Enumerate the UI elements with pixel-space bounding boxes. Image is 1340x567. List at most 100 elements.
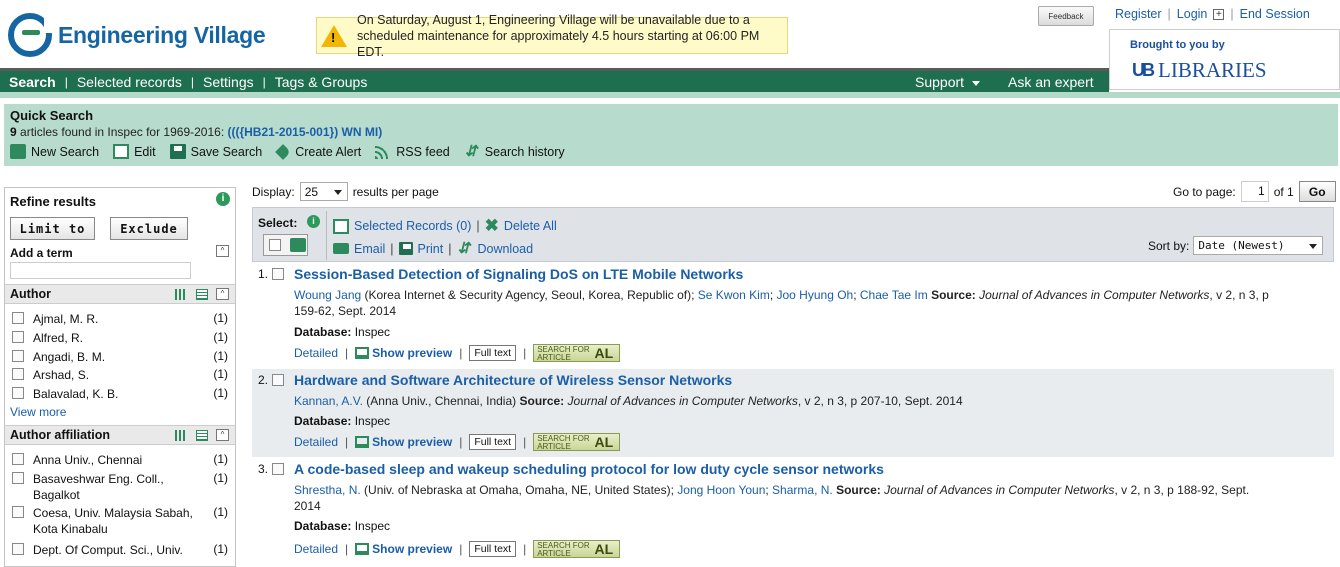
select-checkbox[interactable] [269, 239, 281, 251]
selected-records-tool[interactable]: Selected Records (0) | ✖ Delete All [333, 216, 557, 236]
facet-checkbox[interactable] [12, 453, 24, 465]
new-search-tool[interactable]: New Search [10, 144, 99, 159]
page-input[interactable]: 1 [1240, 181, 1269, 202]
email-link[interactable]: Email [354, 242, 385, 256]
journal-name: Journal of Advances in Computer Networks [884, 483, 1115, 497]
save-search-tool[interactable]: Save Search [169, 144, 262, 159]
facet-checkbox[interactable] [12, 331, 24, 343]
nav-tags-groups[interactable]: Tags & Groups [275, 74, 368, 90]
author-name: Ajmal, M. R. [33, 312, 99, 326]
author-link[interactable]: Jong Hoon Youn [677, 483, 765, 497]
add-term-input[interactable] [10, 262, 191, 279]
record-checkbox[interactable] [272, 374, 284, 386]
separator: | [345, 346, 349, 360]
database-label: Database: [294, 519, 352, 533]
author-affiliation: (Korea Internet & Security Agency, Seoul… [361, 288, 698, 302]
detailed-link[interactable]: Detailed [294, 542, 338, 556]
view-more-link[interactable]: View more [10, 405, 230, 419]
limit-to-button[interactable]: Limit to [10, 217, 95, 240]
author-link[interactable]: Shrestha, N. [294, 483, 361, 497]
author-section-header: Author ^ [5, 284, 235, 304]
facet-checkbox[interactable] [12, 543, 24, 555]
affiliation-facet-item[interactable]: Basaveshwar Eng. Coll., Bagalkot (1) [10, 471, 230, 503]
go-button[interactable]: Go [1298, 181, 1336, 202]
login-link[interactable]: Login [1177, 7, 1208, 21]
facet-checkbox[interactable] [12, 506, 24, 518]
nav-selected-records[interactable]: Selected records [77, 74, 182, 90]
detailed-link[interactable]: Detailed [294, 435, 338, 449]
create-alert-tool[interactable]: Create Alert [275, 143, 361, 160]
record-links: Detailed | Show preview | Full text | SE… [294, 433, 621, 451]
show-preview-link[interactable]: Show preview [355, 542, 452, 556]
sort-select[interactable]: Date (Newest) [1193, 236, 1324, 255]
select-dropdown-icon[interactable] [290, 238, 306, 252]
facet-checkbox[interactable] [12, 368, 24, 380]
nav-support[interactable]: Support [915, 74, 981, 90]
search-query[interactable]: ((({HB21-2015-001}) WN MI) [227, 125, 382, 139]
facet-checkbox[interactable] [12, 472, 24, 484]
show-preview-label: Show preview [372, 435, 453, 449]
nav-settings[interactable]: Settings [203, 74, 254, 90]
author-link[interactable]: Kannan, A.V. [294, 394, 363, 408]
end-session-link[interactable]: End Session [1240, 7, 1310, 21]
facet-checkbox[interactable] [12, 312, 24, 324]
search-for-article-button[interactable]: SEARCH FOR ARTICLE AL [533, 344, 621, 362]
expand-login-icon[interactable]: + [1213, 8, 1225, 20]
record-checkbox[interactable] [272, 268, 284, 280]
full-text-button[interactable]: Full text [469, 541, 517, 557]
chart-icon[interactable] [175, 430, 187, 441]
feedback-button[interactable]: Feedback [1038, 6, 1094, 26]
info-icon[interactable]: i [216, 192, 230, 206]
collapse-icon[interactable]: ^ [216, 245, 229, 257]
search-for-article-button[interactable]: SEARCH FOR ARTICLE AL [533, 433, 621, 451]
show-preview-link[interactable]: Show preview [355, 435, 452, 449]
author-link[interactable]: Chae Tae Im [860, 288, 928, 302]
record-title[interactable]: Hardware and Software Architecture of Wi… [294, 372, 732, 388]
info-icon[interactable]: i [307, 215, 320, 228]
author-facet-item[interactable]: Arshad, S. (1) [10, 367, 230, 383]
affiliation-facet-item[interactable]: Anna Univ., Chennai (1) [10, 452, 230, 468]
author-link[interactable]: Joo Hyung Oh [777, 288, 854, 302]
author-link[interactable]: Sharma, N. [772, 483, 833, 497]
separator: | [1230, 7, 1234, 21]
download-link[interactable]: Download [477, 242, 533, 256]
affiliation-section-header: Author affiliation ^ [5, 425, 235, 445]
record-checkbox[interactable] [272, 463, 284, 475]
author-facet-item[interactable]: Balavalad, K. B. (1) [10, 386, 230, 402]
collapse-icon[interactable]: ^ [216, 288, 229, 300]
show-preview-link[interactable]: Show preview [355, 346, 452, 360]
search-history-tool[interactable]: Search history [464, 142, 565, 160]
record-title[interactable]: Session-Based Detection of Signaling DoS… [294, 266, 743, 282]
rss-feed-tool[interactable]: RSS feed [375, 144, 450, 159]
author-link[interactable]: Se Kwon Kim [698, 288, 770, 302]
engineering-village-logo[interactable]: Engineering Village [8, 12, 278, 58]
edit-tool[interactable]: Edit [113, 144, 156, 159]
chart-icon[interactable] [175, 289, 187, 300]
detailed-link[interactable]: Detailed [294, 346, 338, 360]
facet-checkbox[interactable] [12, 387, 24, 399]
exclude-button[interactable]: Exclude [110, 217, 188, 240]
full-text-button[interactable]: Full text [469, 434, 517, 450]
author-link[interactable]: Woung Jang [294, 288, 361, 302]
affiliation-facet-item[interactable]: Coesa, Univ. Malaysia Sabah, Kota Kinaba… [10, 505, 230, 537]
author-facet-item[interactable]: Alfred, R. (1) [10, 330, 230, 346]
search-for-article-button[interactable]: SEARCH FOR ARTICLE AL [533, 540, 621, 558]
record-title[interactable]: A code-based sleep and wakeup scheduling… [294, 461, 884, 477]
author-facet-item[interactable]: Angadi, B. M. (1) [10, 349, 230, 365]
affiliation-name: Basaveshwar Eng. Coll., Bagalkot [33, 472, 164, 502]
print-link[interactable]: Print [418, 242, 444, 256]
nav-search[interactable]: Search [9, 74, 56, 90]
nav-ask-expert[interactable]: Ask an expert [1008, 74, 1094, 90]
facet-checkbox[interactable] [12, 350, 24, 362]
select-all-control[interactable] [263, 234, 308, 256]
export-icon[interactable] [196, 430, 208, 441]
full-text-button[interactable]: Full text [469, 345, 517, 361]
author-facet-item[interactable]: Ajmal, M. R. (1) [10, 311, 230, 327]
collapse-icon[interactable]: ^ [216, 429, 229, 441]
per-page-select[interactable]: 25 [299, 182, 348, 201]
ub-libraries-branding[interactable]: Brought to you by UB LIBRARIES [1109, 29, 1340, 90]
affiliation-facet-item[interactable]: Dept. Of Comput. Sci., Univ. (1) [10, 542, 230, 558]
export-icon[interactable] [196, 289, 208, 300]
register-link[interactable]: Register [1115, 7, 1162, 21]
delete-all-label[interactable]: Delete All [504, 219, 557, 233]
